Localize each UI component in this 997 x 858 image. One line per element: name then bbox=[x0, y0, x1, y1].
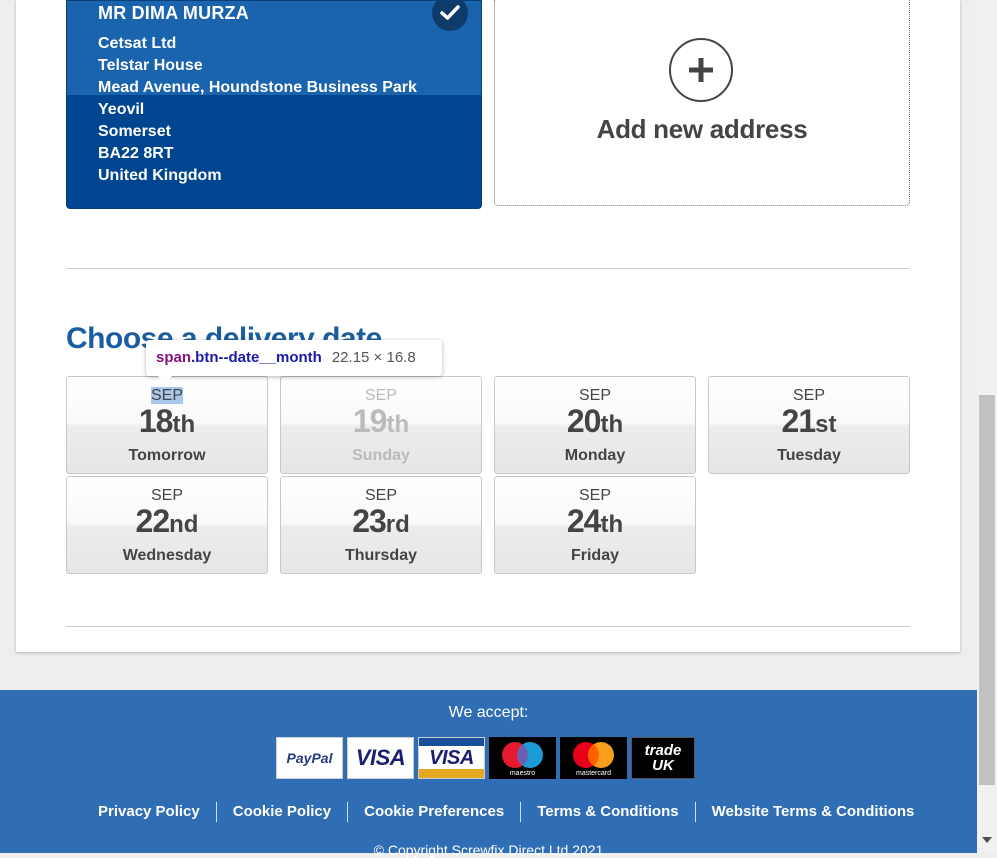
scrollbar[interactable] bbox=[977, 0, 997, 853]
date-weekday: Thursday bbox=[344, 547, 417, 564]
date-weekday: Tomorrow bbox=[128, 447, 206, 464]
trade-uk-logo: trade UK bbox=[631, 737, 695, 779]
date-button: SEP 19th Sunday bbox=[280, 376, 482, 474]
date-day: 20th bbox=[566, 403, 624, 439]
add-address-label: Add new address bbox=[596, 114, 808, 144]
cookie-preferences-link[interactable]: Cookie Preferences bbox=[347, 802, 520, 822]
footer-links: Privacy Policy Cookie Policy Cookie Pref… bbox=[82, 802, 930, 822]
date-day: 18th bbox=[138, 403, 196, 439]
address-line: BA22 8RT bbox=[98, 145, 174, 162]
date-day: 21st bbox=[781, 403, 837, 439]
date-button[interactable]: SEP 21st Tuesday bbox=[708, 376, 910, 474]
date-button[interactable]: SEP 24th Friday bbox=[494, 476, 696, 574]
selected-address-card[interactable]: MR DIMA MURZA Cetsat Ltd Telstar House M… bbox=[66, 0, 482, 209]
tooltip-arrow bbox=[158, 376, 172, 383]
terms-conditions-link[interactable]: Terms & Conditions bbox=[520, 802, 694, 822]
inspector-tooltip: span.btn--date__month 22.15 × 16.8 bbox=[146, 340, 442, 383]
footer: We accept: PayPal VISA VISA maestro mast bbox=[0, 690, 977, 858]
address-line: Cetsat Ltd bbox=[98, 35, 177, 52]
address-lines: Cetsat Ltd Telstar House Mead Avenue, Ho… bbox=[98, 33, 417, 187]
date-weekday: Wednesday bbox=[122, 547, 212, 564]
date-day: 24th bbox=[566, 503, 624, 539]
address-line: Telstar House bbox=[98, 57, 203, 74]
date-weekday: Friday bbox=[570, 547, 619, 564]
date-weekday: Monday bbox=[564, 447, 626, 464]
tooltip-tag: span bbox=[156, 349, 192, 366]
paypal-logo: PayPal bbox=[276, 737, 343, 779]
checkmark-icon bbox=[432, 1, 468, 31]
maestro-logo: maestro bbox=[489, 737, 556, 779]
copyright: © Copyright Screwfix Direct Ltd 2021 bbox=[373, 842, 604, 858]
address-line: Yeovil bbox=[98, 101, 145, 118]
date-month: SEP bbox=[150, 387, 183, 404]
tooltip-class: .btn--date__month bbox=[191, 349, 322, 366]
cookie-policy-link[interactable]: Cookie Policy bbox=[215, 802, 347, 822]
scroll-down-icon[interactable] bbox=[982, 837, 992, 843]
date-weekday: Tuesday bbox=[777, 447, 841, 464]
plus-icon bbox=[669, 38, 733, 102]
address-line: United Kingdom bbox=[98, 167, 222, 184]
add-new-address-button[interactable]: Add new address bbox=[494, 0, 910, 206]
address-name: MR DIMA MURZA bbox=[98, 3, 249, 23]
website-terms-link[interactable]: Website Terms & Conditions bbox=[694, 802, 931, 822]
mastercard-logo: mastercard bbox=[560, 737, 627, 779]
date-button[interactable]: SEP 18th Tomorrow bbox=[66, 376, 268, 474]
date-weekday: Sunday bbox=[352, 447, 410, 464]
privacy-policy-link[interactable]: Privacy Policy bbox=[82, 802, 216, 822]
date-button[interactable]: SEP 20th Monday bbox=[494, 376, 696, 474]
date-button[interactable]: SEP 23rd Thursday bbox=[280, 476, 482, 574]
divider bbox=[66, 626, 910, 627]
date-day: 19th bbox=[352, 403, 410, 439]
visa-logo: VISA bbox=[347, 737, 414, 779]
date-day: 22nd bbox=[135, 503, 199, 539]
divider bbox=[66, 268, 910, 269]
visa-debit-logo: VISA bbox=[418, 737, 485, 779]
date-button[interactable]: SEP 22nd Wednesday bbox=[66, 476, 268, 574]
tooltip-dimensions: 22.15 × 16.8 bbox=[331, 349, 416, 366]
scrollbar-thumb[interactable] bbox=[979, 395, 995, 785]
we-accept-label: We accept: bbox=[448, 704, 529, 721]
address-line: Mead Avenue, Houndstone Business Park bbox=[98, 79, 417, 96]
address-line: Somerset bbox=[98, 123, 171, 140]
date-day: 23rd bbox=[352, 503, 410, 539]
